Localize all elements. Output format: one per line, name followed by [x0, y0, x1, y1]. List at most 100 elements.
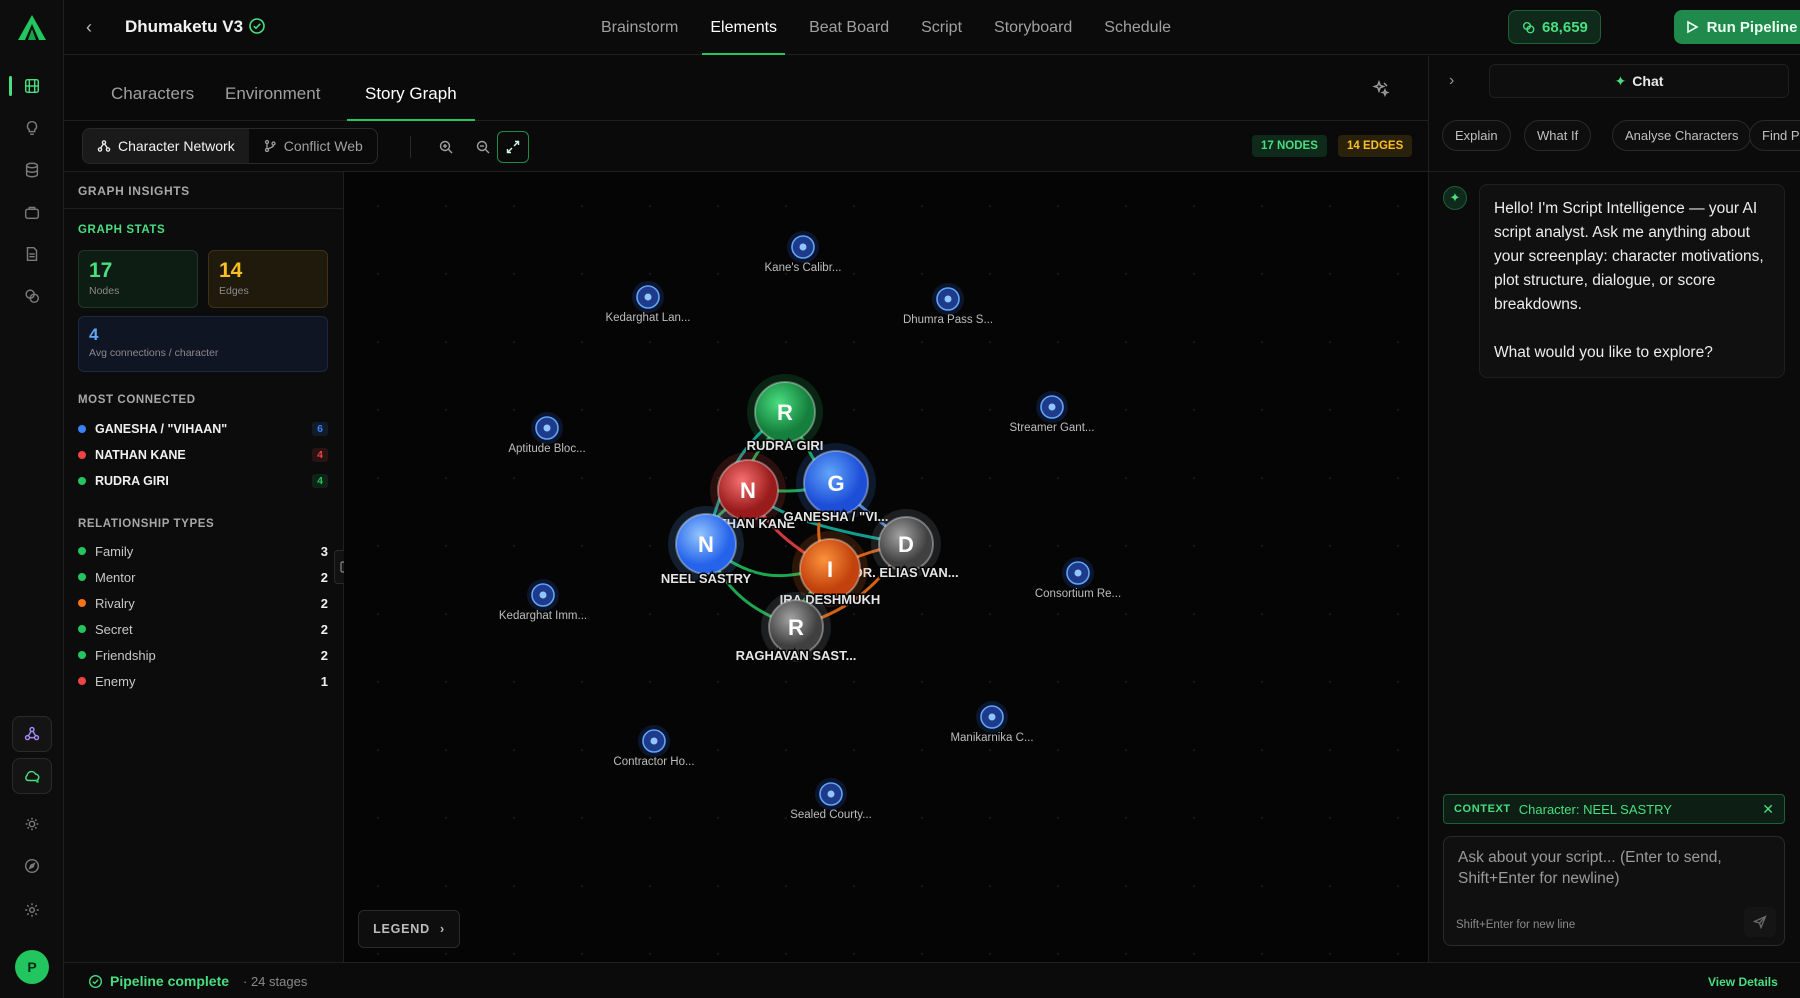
relationship-name: Rivalry	[95, 595, 135, 611]
nav-elements[interactable]: Elements	[694, 0, 793, 55]
avg-connections-label: Avg connections / character	[89, 347, 219, 359]
compass-icon	[24, 858, 40, 874]
rail-budget-button[interactable]	[12, 278, 52, 314]
status-dot	[78, 625, 86, 633]
chip-analyse-characters[interactable]: Analyse Characters	[1612, 120, 1752, 151]
connection-count: 4	[312, 448, 328, 462]
rail-documents-button[interactable]	[12, 236, 52, 272]
rail-elements-button[interactable]	[9, 68, 52, 104]
relationship-name: Enemy	[95, 673, 136, 689]
rail-production-button[interactable]	[12, 194, 52, 230]
relationship-type-item: Rivalry 2	[78, 593, 328, 613]
most-connected-item[interactable]: NATHAN KANE 4	[78, 445, 328, 465]
fit-view-button[interactable]	[497, 131, 529, 163]
location-label: Contractor Ho...	[613, 756, 694, 768]
triangle-logo-icon[interactable]	[16, 12, 48, 44]
avg-connections-card: 4 Avg connections / character	[78, 316, 328, 372]
nav-schedule[interactable]: Schedule	[1088, 0, 1187, 55]
pipeline-status: Pipeline complete	[88, 973, 229, 989]
run-pipeline-button[interactable]: Run Pipeline	[1674, 10, 1800, 44]
most-connected-item[interactable]: GANESHA / "VIHAAN" 6	[78, 419, 328, 439]
zoom-out-icon	[476, 140, 490, 154]
character-node[interactable]: R RUDRA GIRI	[745, 374, 825, 455]
zoom-in-button[interactable]	[431, 132, 461, 162]
database-icon	[25, 162, 39, 178]
rail-ideas-button[interactable]	[12, 110, 52, 146]
character-network-button[interactable]: Character Network	[83, 129, 249, 163]
nav-beat-board[interactable]: Beat Board	[793, 0, 905, 55]
conflict-web-label: Conflict Web	[283, 138, 363, 154]
location-label: Kedarghat Lan...	[605, 312, 690, 324]
location-label: Sealed Courty...	[790, 809, 872, 821]
nav-brainstorm[interactable]: Brainstorm	[585, 0, 694, 55]
back-arrow-icon[interactable]: ‹	[86, 17, 92, 38]
rail-cloud-button[interactable]	[12, 758, 52, 794]
legend-button[interactable]: LEGEND ›	[358, 910, 460, 948]
relationship-count: 2	[320, 569, 328, 585]
most-connected-label: MOST CONNECTED	[78, 394, 196, 406]
nav-storyboard[interactable]: Storyboard	[978, 0, 1088, 55]
pipeline-status-label: Pipeline complete	[110, 973, 230, 989]
network-icon	[97, 140, 111, 152]
character-label: GANESHA / "VI...	[784, 509, 889, 524]
character-initial: D	[898, 532, 914, 557]
chat-input[interactable]	[1458, 847, 1758, 893]
view-details-link[interactable]: View Details	[1708, 975, 1778, 989]
sparkle-icon[interactable]	[1372, 80, 1390, 98]
chip-what-if[interactable]: What If	[1524, 120, 1592, 151]
avg-connections-value: 4	[89, 325, 99, 344]
status-dot	[78, 573, 86, 581]
briefcase-icon	[24, 206, 40, 220]
chevron-right-icon[interactable]: ›	[1449, 72, 1454, 90]
rail-settings-button[interactable]	[12, 892, 52, 928]
chip-explain[interactable]: Explain	[1442, 120, 1511, 151]
character-label: DR. ELIAS VAN...	[853, 565, 958, 580]
rail-explore-button[interactable]	[12, 848, 52, 884]
location-label: Aptitude Bloc...	[508, 443, 585, 455]
story-graph-canvas[interactable]: Kane's Calibr... Kedarghat Lan... Dhumra P…	[344, 172, 1428, 962]
send-button[interactable]	[1744, 907, 1776, 937]
character-initial: I	[827, 557, 833, 582]
document-icon	[26, 246, 38, 262]
tab-environment[interactable]: Environment	[225, 56, 320, 121]
legend-label: LEGEND	[373, 922, 430, 936]
zoom-out-button[interactable]	[468, 132, 498, 162]
film-icon	[24, 78, 40, 94]
relationship-count: 2	[320, 595, 328, 611]
edges-stat-value: 14	[219, 259, 243, 282]
lightbulb-icon	[26, 120, 38, 136]
tab-story-graph[interactable]: Story Graph	[347, 56, 475, 121]
expand-icon	[506, 140, 520, 154]
status-dot	[78, 425, 86, 433]
most-connected-item[interactable]: RUDRA GIRI 4	[78, 471, 328, 491]
toolbar-divider	[410, 136, 411, 158]
element-subtabs: Characters Environment Story Graph	[64, 56, 1428, 121]
edges-count-badge: 14 EDGES	[1338, 135, 1413, 157]
rail-theme-button[interactable]	[12, 806, 52, 842]
close-icon[interactable]: ✕	[1762, 801, 1774, 818]
relationship-name: Mentor	[95, 569, 136, 585]
chat-tab[interactable]: ✦ Chat	[1489, 64, 1789, 98]
location-label: Consortium Re...	[1035, 588, 1121, 600]
avatar[interactable]: P	[15, 950, 49, 984]
credits-value: 68,659	[1542, 18, 1588, 36]
chip-find[interactable]: Find P	[1749, 120, 1800, 151]
input-hint: Shift+Enter for new line	[1456, 919, 1576, 931]
connection-count: 6	[312, 422, 328, 436]
tab-characters[interactable]: Characters	[111, 56, 194, 121]
rail-data-button[interactable]	[12, 152, 52, 188]
relationship-type-item: Friendship 2	[78, 645, 328, 665]
relationship-name: Family	[95, 543, 134, 559]
credits-badge[interactable]: 68,659	[1508, 10, 1601, 44]
conflict-web-button[interactable]: Conflict Web	[249, 129, 377, 163]
character-initial: N	[740, 478, 756, 503]
run-pipeline-label: Run Pipeline	[1706, 18, 1798, 36]
status-dot	[78, 547, 86, 555]
edges-stat-card: 14 Edges	[208, 250, 328, 308]
status-dot	[78, 599, 86, 607]
nav-script[interactable]: Script	[905, 0, 978, 55]
rail-network-button[interactable]	[12, 716, 52, 752]
relationship-count: 1	[320, 673, 328, 689]
send-icon	[1753, 915, 1767, 929]
story-graph[interactable]: Kane's Calibr... Kedarghat Lan... Dhumra P…	[344, 172, 1428, 962]
